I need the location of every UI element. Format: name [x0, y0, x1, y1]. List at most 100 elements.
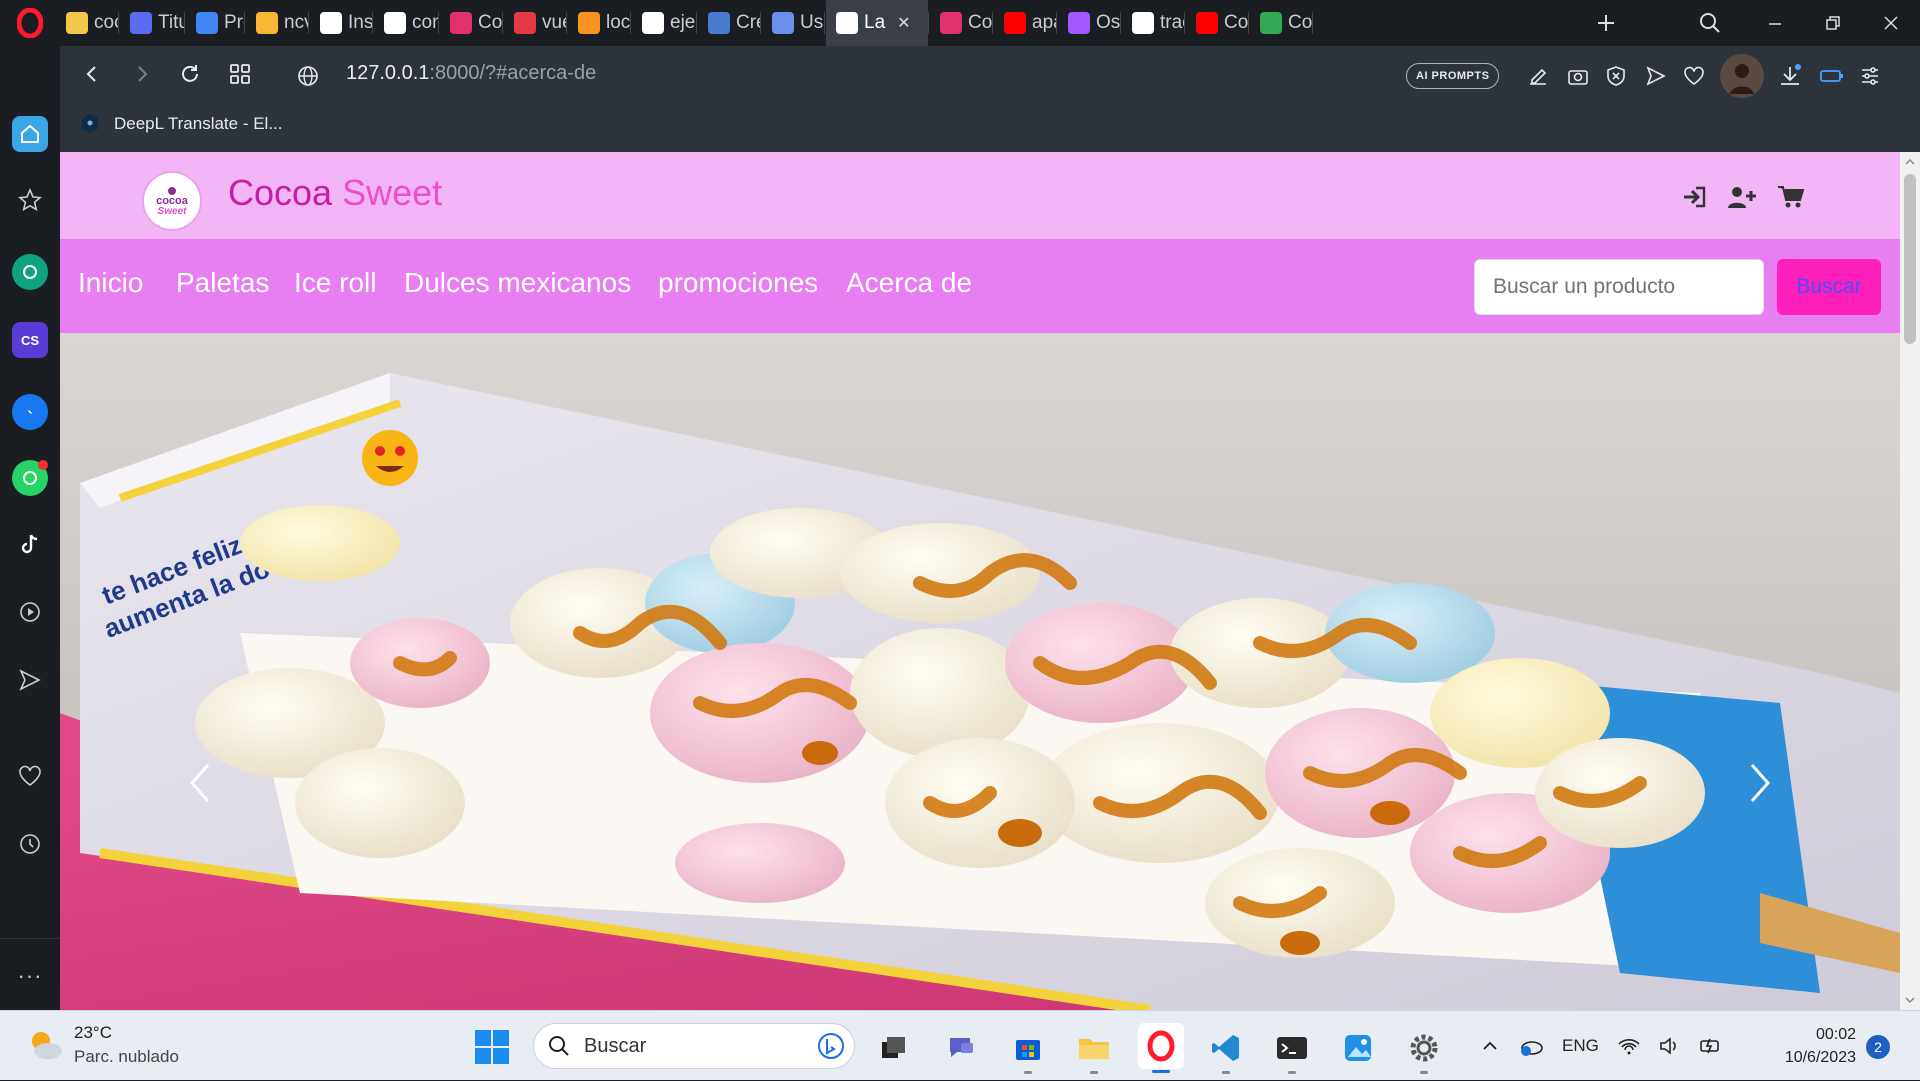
home-icon[interactable] — [12, 116, 48, 152]
nav-promociones[interactable]: promociones — [658, 267, 818, 299]
system-clock[interactable]: 00:02 10/6/2023 — [1772, 1023, 1856, 1069]
browser-tab[interactable]: Use — [762, 0, 824, 46]
send-icon[interactable] — [1640, 60, 1672, 92]
nav-paletas[interactable]: Paletas — [176, 267, 269, 299]
weather-widget[interactable]: 23°C Parc. nublado — [28, 1023, 179, 1067]
bookmarks-star-icon[interactable] — [12, 182, 48, 218]
player-icon[interactable] — [12, 594, 48, 630]
browser-tab[interactable]: Cor — [1186, 0, 1248, 46]
flow-send-icon[interactable] — [12, 662, 48, 698]
vscode-icon[interactable] — [1206, 1028, 1246, 1074]
browser-tab[interactable]: trac — [1122, 0, 1184, 46]
chatgpt-icon[interactable] — [12, 254, 48, 290]
chevron-up-icon[interactable] — [1480, 1036, 1500, 1056]
tab-separator — [824, 12, 825, 34]
restore-icon[interactable] — [1804, 0, 1862, 46]
address-bar[interactable]: 127.0.0.1:8000/?#acerca-de — [346, 62, 596, 85]
google-icon — [1132, 12, 1154, 34]
more-options-icon[interactable]: ··· — [12, 958, 48, 994]
pinboard-heart-icon[interactable] — [12, 758, 48, 794]
scroll-thumb[interactable] — [1904, 174, 1916, 344]
terminal-icon[interactable] — [1272, 1028, 1312, 1074]
language-indicator[interactable]: ENG — [1562, 1036, 1599, 1056]
site-brand[interactable]: Cocoa Sweet — [228, 172, 442, 214]
browser-tab[interactable]: Coc — [1250, 0, 1312, 46]
bookmark-deepl[interactable]: DeepL Translate - El... — [80, 110, 283, 138]
browser-tab[interactable]: coc — [56, 0, 118, 46]
search-button[interactable]: Buscar — [1777, 259, 1881, 315]
opera-taskbar-icon[interactable] — [1138, 1023, 1184, 1073]
reload-icon[interactable] — [174, 58, 206, 90]
weather-description: Parc. nublado — [74, 1047, 179, 1066]
chatsonic-icon[interactable]: CS — [12, 322, 48, 358]
edit-icon[interactable] — [1522, 60, 1554, 92]
browser-tab[interactable]: ejer — [632, 0, 696, 46]
browser-tab[interactable]: con — [374, 0, 438, 46]
task-view-icon[interactable] — [874, 1028, 914, 1068]
photos-icon[interactable] — [1338, 1028, 1378, 1068]
opera-menu-icon[interactable] — [12, 8, 48, 38]
browser-tab[interactable]: Osv — [1058, 0, 1120, 46]
speed-dial-grid-icon[interactable] — [224, 58, 256, 90]
wifi-icon[interactable] — [1617, 1036, 1641, 1056]
file-explorer-icon[interactable] — [1074, 1028, 1114, 1074]
downloads-icon[interactable] — [1774, 60, 1806, 92]
url-host: 127.0.0.1 — [346, 62, 430, 84]
browser-tab[interactable]: Titu — [120, 0, 184, 46]
onedrive-cloud-icon[interactable] — [1518, 1035, 1544, 1057]
whatsapp-icon[interactable] — [12, 460, 48, 496]
page-scrollbar[interactable] — [1900, 152, 1920, 1010]
browser-tab[interactable]: La ✕ — [826, 0, 928, 46]
easy-setup-icon[interactable] — [1854, 60, 1886, 92]
back-icon[interactable] — [76, 58, 108, 90]
close-window-icon[interactable] — [1862, 0, 1920, 46]
scroll-up-icon[interactable] — [1900, 156, 1920, 168]
new-tab-icon[interactable] — [1590, 7, 1622, 39]
browser-tab[interactable]: vue — [504, 0, 566, 46]
close-tab-icon[interactable]: ✕ — [897, 13, 910, 33]
adblock-shield-icon[interactable] — [1600, 60, 1632, 92]
scroll-down-icon[interactable] — [1900, 994, 1920, 1006]
carousel-next-icon[interactable] — [1740, 753, 1780, 813]
nav-inicio[interactable]: Inicio — [78, 267, 143, 299]
nav-acerca-de[interactable]: Acerca de — [846, 267, 972, 299]
windows-start-icon[interactable] — [473, 1028, 511, 1066]
browser-tab[interactable]: Pro — [186, 0, 244, 46]
volume-icon[interactable] — [1659, 1036, 1681, 1056]
browser-tab[interactable]: loca — [568, 0, 630, 46]
browser-tab[interactable]: Coc — [440, 0, 502, 46]
browser-tab[interactable]: ncv — [246, 0, 308, 46]
tab-separator — [438, 12, 439, 34]
battery-charging-icon[interactable] — [1699, 1036, 1723, 1056]
heart-icon[interactable] — [1678, 60, 1710, 92]
site-info-globe-icon[interactable] — [292, 60, 324, 92]
browser-tab[interactable]: Inst — [310, 0, 372, 46]
settings-gear-icon[interactable] — [1404, 1028, 1444, 1074]
notification-badge[interactable]: 2 — [1866, 1035, 1890, 1059]
ai-prompts-button[interactable]: AI PROMPTS — [1406, 63, 1500, 89]
history-clock-icon[interactable] — [12, 826, 48, 862]
search-tabs-icon[interactable] — [1694, 7, 1726, 39]
minimize-icon[interactable] — [1746, 0, 1804, 46]
microsoft-store-icon[interactable] — [1008, 1028, 1048, 1074]
site-logo[interactable]: cocoa Sweet — [142, 171, 202, 231]
carousel-prev-icon[interactable] — [180, 753, 220, 813]
product-search-input[interactable]: Buscar un producto — [1474, 259, 1764, 315]
profile-avatar[interactable] — [1720, 54, 1764, 98]
taskbar-search[interactable]: Buscar — [533, 1023, 855, 1069]
teams-chat-icon[interactable] — [942, 1028, 982, 1068]
messenger-icon[interactable] — [12, 394, 48, 430]
nav-dulces-mexicanos[interactable]: Dulces mexicanos — [404, 267, 631, 299]
browser-tab-label: ncv — [284, 12, 308, 33]
browser-tab[interactable]: apa — [994, 0, 1056, 46]
login-icon[interactable] — [1680, 182, 1710, 212]
browser-tab[interactable]: Coc — [930, 0, 992, 46]
forward-icon[interactable] — [126, 58, 158, 90]
register-user-icon[interactable] — [1727, 182, 1757, 212]
snapshot-camera-icon[interactable] — [1562, 60, 1594, 92]
shopping-cart-icon[interactable] — [1776, 182, 1806, 212]
battery-saver-icon[interactable] — [1816, 60, 1848, 92]
tiktok-icon[interactable] — [12, 526, 48, 562]
nav-ice-roll[interactable]: Ice roll — [294, 267, 376, 299]
browser-tab[interactable]: Cre — [698, 0, 760, 46]
